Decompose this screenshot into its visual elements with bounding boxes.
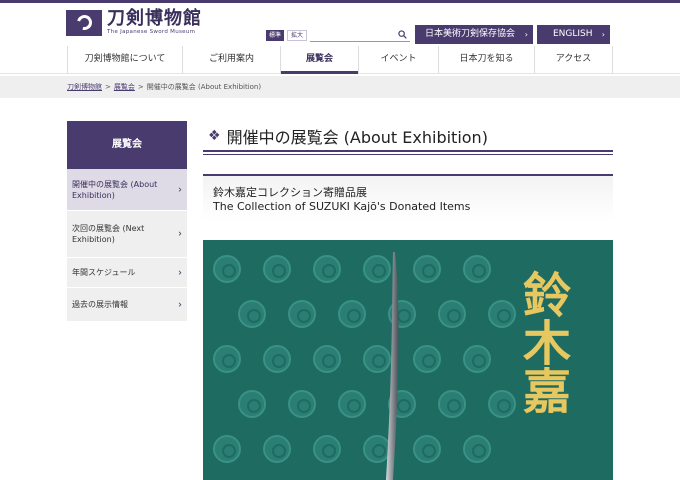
crest-emblem bbox=[313, 345, 341, 373]
association-link-label: 日本美術刀剣保存協会 bbox=[425, 29, 516, 39]
chevron-right-icon: › bbox=[601, 30, 605, 39]
chevron-right-icon: › bbox=[178, 228, 182, 240]
crest-emblem bbox=[463, 435, 491, 463]
site-logo[interactable]: 刀剣博物館 The Japanese Sword Museum bbox=[66, 9, 202, 36]
title-divider bbox=[203, 154, 613, 156]
chevron-right-icon: › bbox=[524, 30, 528, 39]
logo-title: 刀剣博物館 bbox=[107, 8, 202, 29]
crest-emblem bbox=[313, 435, 341, 463]
crest-emblem bbox=[213, 345, 241, 373]
crest-emblem bbox=[463, 345, 491, 373]
chevron-right-icon: › bbox=[178, 184, 182, 195]
crest-emblem bbox=[263, 435, 291, 463]
sidebar-item-next-exhibition[interactable]: 次回の展覧会 (Next Exhibition) › bbox=[67, 211, 187, 258]
nav-item-exhibitions[interactable]: 展覧会 bbox=[280, 46, 358, 74]
search-icon[interactable] bbox=[398, 30, 407, 39]
crest-emblem bbox=[463, 255, 491, 283]
sidebar-item-label: 開催中の展覧会 (About Exhibition) bbox=[72, 179, 158, 200]
association-link-button[interactable]: 日本美術刀剣保存協会 › bbox=[415, 25, 533, 44]
search-box bbox=[310, 28, 410, 48]
top-accent-bar bbox=[0, 0, 680, 3]
logo-subtitle: The Japanese Sword Museum bbox=[107, 29, 196, 35]
exhibition-title-card: 鈴木嘉定コレクション寄贈品展 The Collection of SUZUKI … bbox=[203, 174, 613, 221]
nav-item-about[interactable]: 刀剣博物館について bbox=[67, 46, 182, 73]
poster-title-text: 鈴木嘉 bbox=[514, 270, 570, 414]
sidebar-item-annual-schedule[interactable]: 年間スケジュール › bbox=[67, 258, 187, 288]
chevron-right-icon: › bbox=[178, 299, 182, 310]
sidebar-item-label: 次回の展覧会 (Next Exhibition) bbox=[72, 224, 145, 244]
sidebar-item-label: 過去の展示情報 bbox=[72, 300, 128, 309]
crest-emblem bbox=[338, 390, 366, 418]
logo-mark-icon bbox=[66, 9, 102, 36]
crest-emblem bbox=[313, 255, 341, 283]
crest-emblem bbox=[338, 300, 366, 328]
breadcrumb-separator: > bbox=[137, 83, 144, 91]
nav-item-label: アクセス bbox=[555, 54, 592, 64]
diamond-icon: ❖ bbox=[208, 127, 221, 144]
crest-emblem bbox=[263, 345, 291, 373]
global-nav: 刀剣博物館について ご利用案内 展覧会 イベント 日本刀を知る アクセス bbox=[0, 46, 680, 74]
nav-item-label: ご利用案内 bbox=[208, 54, 254, 64]
breadcrumb-exhibitions-link[interactable]: 展覧会 bbox=[114, 83, 135, 91]
exhibition-poster: 鈴木嘉 bbox=[203, 240, 613, 480]
font-size-standard-button[interactable]: 標準 bbox=[266, 30, 285, 41]
breadcrumb-current: 開催中の展覧会 (About Exhibition) bbox=[146, 83, 262, 91]
english-button[interactable]: ENGLISH › bbox=[537, 25, 610, 44]
crest-emblem bbox=[413, 345, 441, 373]
sidebar-item-label: 年間スケジュール bbox=[72, 268, 136, 277]
crest-emblem bbox=[288, 390, 316, 418]
font-size-switcher: 標準 拡大 bbox=[266, 30, 308, 41]
page-title: ❖ 開催中の展覧会 (About Exhibition) bbox=[203, 121, 613, 152]
font-size-large-button[interactable]: 拡大 bbox=[287, 30, 308, 41]
exhibition-title-ja: 鈴木嘉定コレクション寄贈品展 bbox=[213, 186, 367, 199]
exhibition-title-en: The Collection of SUZUKI Kajō's Donated … bbox=[213, 200, 471, 213]
page-title-text: 開催中の展覧会 (About Exhibition) bbox=[226, 127, 488, 147]
nav-item-guide[interactable]: ご利用案内 bbox=[182, 46, 280, 73]
sidebar: 展覧会 開催中の展覧会 (About Exhibition) › 次回の展覧会 … bbox=[67, 121, 187, 322]
crest-emblem bbox=[438, 390, 466, 418]
main-content: ❖ 開催中の展覧会 (About Exhibition) 鈴木嘉定コレクション寄… bbox=[203, 121, 613, 221]
crest-emblem bbox=[238, 300, 266, 328]
nav-item-label: 日本刀を知る bbox=[459, 54, 514, 64]
crest-emblem bbox=[213, 435, 241, 463]
nav-item-label: イベント bbox=[380, 54, 417, 64]
sidebar-heading: 展覧会 bbox=[67, 121, 187, 169]
crest-emblem bbox=[413, 255, 441, 283]
crest-emblem bbox=[413, 435, 441, 463]
sidebar-item-past-exhibitions[interactable]: 過去の展示情報 › bbox=[67, 288, 187, 322]
breadcrumb-separator: > bbox=[105, 83, 111, 91]
breadcrumb-home-link[interactable]: 刀剣博物館 bbox=[67, 83, 102, 91]
crest-emblem bbox=[213, 255, 241, 283]
crest-emblem bbox=[263, 255, 291, 283]
chevron-right-icon: › bbox=[178, 267, 182, 278]
breadcrumb: 刀剣博物館 > 展覧会 > 開催中の展覧会 (About Exhibition) bbox=[0, 76, 680, 98]
crest-emblem bbox=[438, 300, 466, 328]
crest-emblem bbox=[288, 300, 316, 328]
nav-item-label: 展覧会 bbox=[305, 54, 333, 64]
english-button-label: ENGLISH bbox=[553, 29, 593, 39]
nav-item-learn[interactable]: 日本刀を知る bbox=[438, 46, 534, 73]
nav-item-label: 刀剣博物館について bbox=[84, 54, 166, 64]
sword-icon bbox=[386, 252, 399, 480]
sidebar-item-current-exhibition[interactable]: 開催中の展覧会 (About Exhibition) › bbox=[67, 169, 187, 211]
nav-item-access[interactable]: アクセス bbox=[534, 46, 613, 73]
nav-item-events[interactable]: イベント bbox=[358, 46, 438, 73]
crest-emblem bbox=[238, 390, 266, 418]
